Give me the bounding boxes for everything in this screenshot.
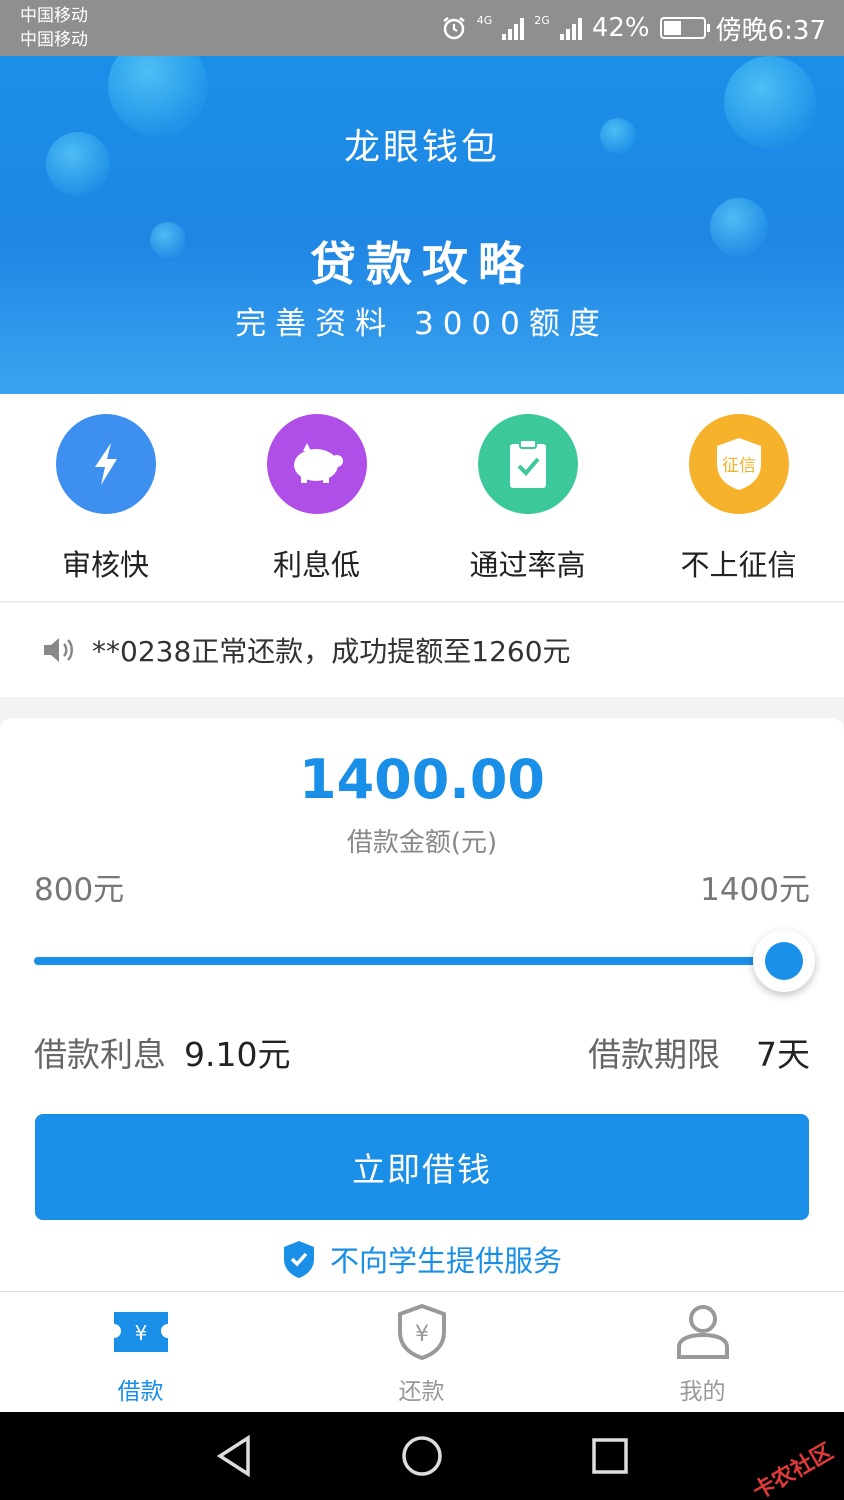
term-value: 7天: [756, 1035, 810, 1074]
credit-shield-icon: 征信: [688, 414, 789, 514]
carrier-names: 中国移动 中国移动: [20, 4, 88, 52]
slider-max-label: 1400元: [700, 872, 810, 908]
shield-check-icon: [283, 1241, 314, 1278]
tab-borrow[interactable]: ¥ 借款: [0, 1302, 281, 1406]
clock: 傍晚6:37: [715, 15, 826, 46]
signal-icon: [502, 16, 525, 40]
recents-icon[interactable]: [586, 1432, 634, 1480]
network-type-1: 4G: [476, 14, 493, 27]
status-icons: 4G 2G 42% 傍晚6:37: [441, 0, 826, 56]
bottom-tab-bar: ¥ 借款 ¥ 还款 我的: [0, 1291, 844, 1412]
term-label: 借款期限: [588, 1035, 720, 1074]
tab-mine[interactable]: 我的: [562, 1302, 843, 1406]
status-bar: 中国移动 中国移动 4G 2G 42% 傍晚6:37: [0, 0, 844, 56]
notice-text: **0238正常还款，成功提额至1260元: [92, 635, 571, 668]
feature-label: 不上征信: [680, 548, 797, 582]
promo-banner[interactable]: 龙眼钱包 贷款攻略 完善资料 3000额度: [0, 56, 844, 394]
feature-label: 利息低: [272, 548, 360, 582]
tab-label: 借款: [117, 1379, 164, 1405]
network-type-2: 2G: [534, 14, 550, 27]
tab-label: 我的: [679, 1379, 726, 1405]
carrier-2: 中国移动: [20, 30, 88, 50]
banner-headline: 贷款攻略: [310, 237, 534, 291]
system-navigation-bar: 卡农社区: [0, 1412, 844, 1500]
feature-no-credit-report: 征信 不上征信: [633, 414, 844, 584]
term-info: 借款期限 7天: [588, 1028, 810, 1076]
alarm-icon: [443, 17, 465, 40]
feature-high-approval: 通过率高: [422, 414, 633, 584]
amount-slider-thumb[interactable]: [753, 930, 815, 992]
carrier-1: 中国移动: [20, 6, 88, 26]
svg-text:¥: ¥: [134, 1321, 147, 1345]
interest-label: 借款利息: [34, 1035, 166, 1074]
piggy-bank-icon: [266, 414, 367, 514]
watermark: 卡农社区: [748, 1439, 838, 1500]
credit-shield-text: 征信: [722, 456, 756, 476]
battery-percent: 42%: [591, 13, 650, 43]
amount-slider-fill: [34, 957, 784, 965]
student-notice-text: 不向学生提供服务: [329, 1244, 562, 1278]
amount-slider-track[interactable]: [34, 957, 784, 965]
feature-row: 审核快 利息低 通过率高 征信 不上征信: [0, 394, 844, 602]
person-icon: [673, 1302, 733, 1362]
tab-repay[interactable]: ¥ 还款: [281, 1302, 562, 1406]
lightning-icon: [55, 414, 156, 514]
interest-value: 9.10元: [184, 1035, 291, 1074]
borrow-now-button[interactable]: 立即借钱: [35, 1114, 809, 1220]
feature-label: 审核快: [61, 548, 149, 582]
loan-card: 1400.00 借款金额(元) 800元 1400元 借款利息 9.10元 借款期…: [0, 718, 844, 1292]
banner-subline: 完善资料 3000额度: [235, 306, 609, 342]
home-icon[interactable]: [398, 1432, 446, 1480]
interest-info: 借款利息 9.10元: [34, 1028, 290, 1076]
loan-amount-label: 借款金额(元): [346, 828, 498, 858]
feature-low-interest: 利息低: [211, 414, 422, 584]
shield-yen-icon: ¥: [392, 1302, 452, 1362]
signal-icon-2: [559, 16, 582, 40]
student-notice: 不向学生提供服务: [0, 1238, 844, 1280]
ticket-yen-icon: ¥: [111, 1302, 171, 1362]
app-title: 龙眼钱包: [343, 127, 500, 168]
back-icon[interactable]: [210, 1432, 258, 1480]
feature-label: 通过率高: [469, 548, 586, 582]
loan-amount: 1400.00: [299, 748, 545, 811]
clipboard-check-icon: [477, 414, 578, 514]
slider-min-label: 800元: [34, 872, 125, 908]
tab-label: 还款: [398, 1379, 445, 1405]
battery-icon: [659, 17, 710, 39]
svg-text:¥: ¥: [415, 1322, 429, 1347]
feature-fast-review: 审核快: [0, 414, 211, 584]
speaker-icon: [44, 638, 73, 662]
notice-bar: **0238正常还款，成功提额至1260元: [0, 603, 844, 697]
